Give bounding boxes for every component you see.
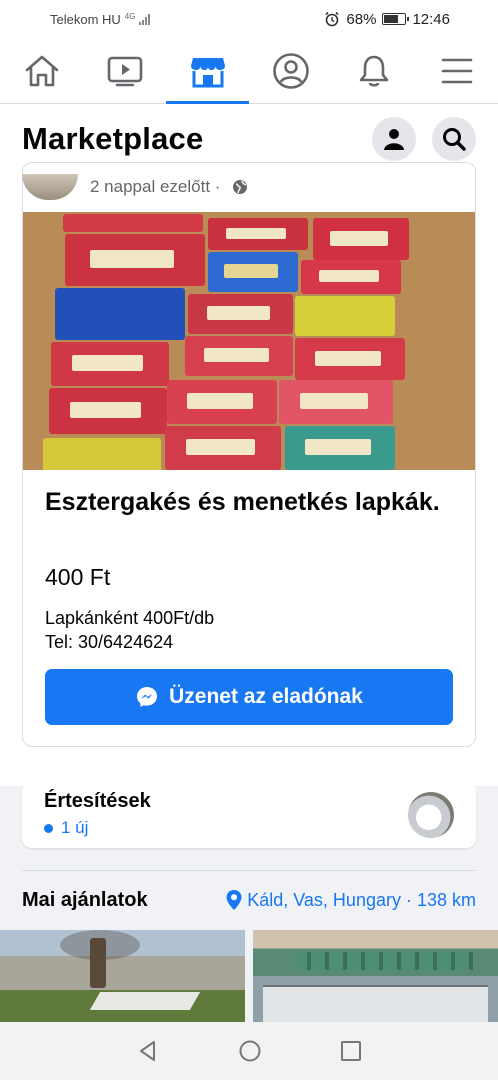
back-icon[interactable] — [136, 1039, 160, 1063]
notifications-count-label: 1 új — [61, 818, 89, 837]
photo-box — [313, 218, 409, 260]
deal-item-image[interactable] — [0, 930, 245, 1022]
location-link[interactable]: Káld, Vas, Hungary · 138 km — [225, 889, 476, 911]
location-label: Káld, Vas, Hungary · 138 km — [247, 889, 476, 910]
photo-box — [185, 336, 293, 376]
description-line: Lapkánként 400Ft/db — [45, 608, 215, 628]
home-icon — [25, 55, 58, 86]
person-icon — [384, 129, 404, 150]
tab-profile[interactable] — [249, 38, 332, 103]
seller-avatar[interactable] — [22, 174, 78, 200]
photo-box — [55, 288, 185, 340]
tab-menu[interactable] — [415, 38, 498, 103]
menu-icon — [441, 58, 472, 83]
bell-icon — [359, 55, 388, 87]
description-line: Tel: 30/6424624 — [45, 632, 174, 652]
search-button[interactable] — [432, 117, 476, 161]
tab-notifications[interactable] — [332, 38, 415, 103]
marketplace-icon — [190, 57, 225, 87]
listing-description: Lapkánként 400Ft/db Tel: 30/6424624 — [45, 606, 214, 654]
carrier-name: Telekom HU — [50, 11, 121, 27]
message-seller-button[interactable]: Üzenet az eladónak — [45, 669, 453, 725]
location-pin-icon — [226, 890, 242, 910]
globe-icon — [233, 180, 248, 194]
photo-box — [208, 218, 308, 250]
app-nav-bar — [0, 38, 498, 104]
posted-time: 2 nappal ezelőtt · — [90, 177, 221, 196]
notifications-count: 1 új — [44, 818, 88, 838]
photo-box — [51, 342, 169, 386]
signal-icon — [139, 13, 151, 25]
battery-fill — [384, 15, 399, 23]
photo-box — [165, 426, 281, 470]
divider — [22, 870, 476, 871]
profile-icon — [272, 52, 309, 89]
recents-icon[interactable] — [340, 1040, 362, 1062]
status-left: Telekom HU 4G — [50, 11, 151, 27]
status-bar: Telekom HU 4G 68% 12:46 — [0, 0, 498, 38]
listing-price: 400 Ft — [45, 564, 111, 590]
deals-grid — [0, 930, 498, 1022]
photo-box — [167, 380, 277, 424]
message-seller-label: Üzenet az eladónak — [169, 685, 363, 708]
page-title: Marketplace — [22, 121, 204, 156]
network-type: 4G — [124, 11, 136, 21]
photo-box — [49, 388, 167, 434]
photo-box — [295, 296, 395, 336]
system-nav-bar — [0, 1022, 498, 1080]
photo-box — [188, 294, 293, 334]
tab-marketplace[interactable] — [166, 38, 249, 104]
battery-percent: 68% — [346, 10, 377, 28]
notification-thumbnail — [408, 792, 454, 838]
home-circle-icon[interactable] — [238, 1039, 262, 1063]
seller-row: 2 nappal ezelőtt · — [22, 174, 248, 200]
deal-item-image[interactable] — [253, 930, 498, 1022]
alarm-icon — [325, 11, 339, 27]
photo-box — [301, 260, 401, 294]
watch-icon — [107, 56, 142, 86]
tab-watch[interactable] — [83, 38, 166, 103]
photo-box — [279, 380, 393, 424]
notifications-card[interactable]: Értesítések 1 új — [22, 782, 476, 848]
listing-photo[interactable] — [23, 212, 475, 470]
listing-section: 2 nappal ezelőtt · Esztergakés és menetk… — [0, 162, 498, 786]
photo-box — [65, 234, 205, 286]
deals-heading: Mai ajánlatok — [22, 888, 148, 911]
photo-box — [43, 438, 161, 470]
profile-button[interactable] — [372, 117, 416, 161]
photo-box — [63, 214, 203, 232]
photo-box — [208, 252, 298, 292]
tab-home[interactable] — [0, 38, 83, 103]
clock: 12:46 — [412, 10, 450, 28]
header-actions — [372, 117, 476, 161]
photo-box — [285, 426, 395, 470]
unread-dot-icon — [44, 823, 53, 833]
battery-icon — [382, 13, 410, 25]
photo-box — [295, 338, 405, 380]
todays-deals-header: Mai ajánlatok Káld, Vas, Hungary · 138 k… — [22, 882, 476, 918]
messenger-icon — [137, 687, 158, 707]
status-right: 68% 12:46 — [324, 11, 450, 28]
search-icon — [443, 128, 466, 151]
notifications-title: Értesítések — [44, 790, 151, 812]
listing-title[interactable]: Esztergakés és menetkés lapkák. — [45, 486, 455, 518]
